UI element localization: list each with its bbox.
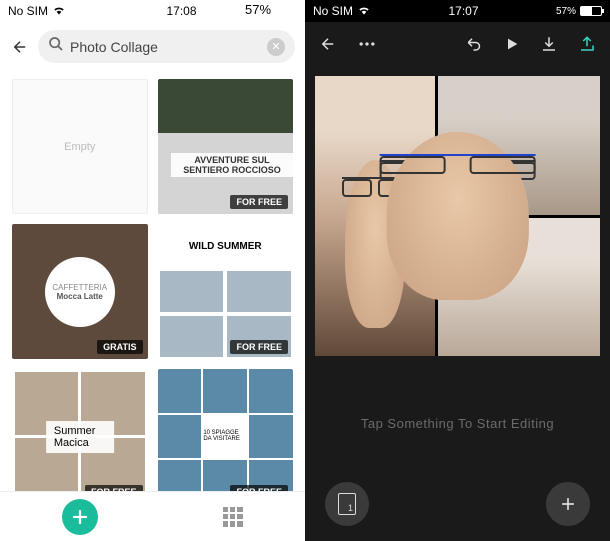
- carrier-label: No SIM: [313, 4, 353, 18]
- template-card[interactable]: AVVENTURE SUL SENTIERO ROCCIOSO FOR FREE: [158, 79, 294, 214]
- clock: 17:08: [166, 4, 196, 18]
- template-title: Summer Macica: [46, 421, 114, 453]
- share-icon[interactable]: [578, 35, 596, 53]
- editor-hint: Tap Something To Start Editing: [305, 416, 610, 431]
- battery-overlap-label: 57%: [245, 2, 271, 17]
- carrier-label: No SIM: [8, 4, 48, 18]
- download-icon[interactable]: [540, 35, 558, 53]
- template-grid: Empty AVVENTURE SUL SENTIERO ROCCIOSO FO…: [0, 71, 305, 501]
- wifi-icon: [357, 3, 371, 20]
- pages-button[interactable]: 1: [325, 482, 369, 526]
- template-card[interactable]: CAFFETTERIA Mocca Latte GRATIS: [12, 224, 148, 359]
- template-title: 10 SPIAGGE DA VISITARE: [203, 415, 247, 459]
- bottom-actions: 1: [305, 482, 610, 526]
- badge: GRATIS: [97, 340, 142, 354]
- collage-photo[interactable]: [438, 218, 600, 357]
- back-button[interactable]: [319, 35, 337, 53]
- template-title: AVVENTURE SUL SENTIERO ROCCIOSO: [171, 153, 293, 177]
- search-box[interactable]: ✕: [38, 30, 295, 63]
- template-title: WILD SUMMER: [158, 224, 294, 269]
- templates-nav-icon[interactable]: [223, 507, 243, 527]
- wifi-icon: [52, 3, 66, 20]
- create-button[interactable]: [62, 499, 98, 535]
- search-row: ✕: [0, 22, 305, 71]
- template-card[interactable]: 10 SPIAGGE DA VISITARE FOR FREE: [158, 369, 294, 501]
- right-screenshot: No SIM 17:07 57%: [305, 0, 610, 541]
- badge: FOR FREE: [230, 340, 288, 354]
- template-empty[interactable]: Empty: [12, 79, 148, 214]
- left-screenshot: No SIM 17:08 ✕ Empty AVVENTURE SUL SENTI…: [0, 0, 305, 541]
- badge: FOR FREE: [230, 195, 288, 209]
- battery-percent: 57%: [556, 6, 576, 17]
- add-button[interactable]: [546, 482, 590, 526]
- collage-canvas[interactable]: [315, 76, 600, 356]
- template-title: CAFFETTERIA Mocca Latte: [45, 257, 115, 327]
- battery-icon: [580, 6, 602, 16]
- search-input[interactable]: [70, 39, 261, 55]
- status-bar: No SIM 17:07 57%: [305, 0, 610, 22]
- more-icon[interactable]: [357, 34, 377, 54]
- play-icon[interactable]: [504, 36, 520, 52]
- bottom-nav: [0, 491, 305, 541]
- page-count: 1: [338, 493, 356, 515]
- empty-label: Empty: [64, 141, 95, 153]
- clear-search-button[interactable]: ✕: [267, 38, 285, 56]
- undo-icon[interactable]: [466, 35, 484, 53]
- search-icon: [48, 36, 64, 57]
- editor-toolbar: [305, 22, 610, 66]
- back-button[interactable]: [10, 37, 30, 57]
- template-card[interactable]: Summer Macica FOR FREE: [12, 369, 148, 501]
- template-card[interactable]: WILD SUMMER FOR FREE: [158, 224, 294, 359]
- clock: 17:07: [448, 4, 478, 18]
